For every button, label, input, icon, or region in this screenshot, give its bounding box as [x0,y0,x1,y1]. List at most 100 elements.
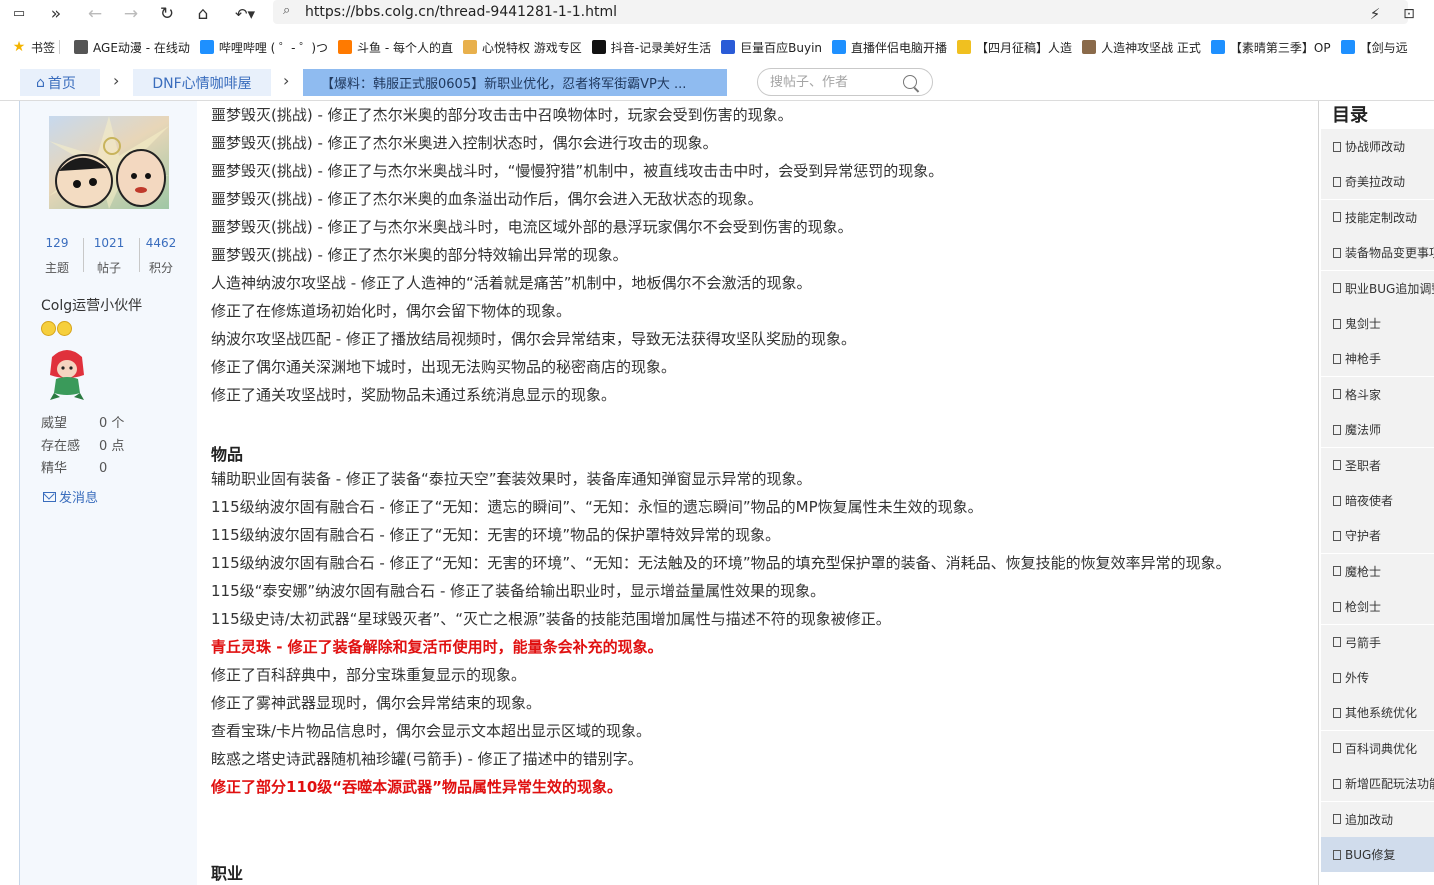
stat-posts[interactable]: 1021 帖子 [80,236,138,276]
toc-item[interactable]: 暗夜使者 [1321,483,1434,518]
stat-label: 积分 [148,261,173,275]
profile-field-prestige: 威望 0 个 [41,412,124,431]
document-icon [1333,460,1341,471]
bookmark-item[interactable]: 【四月征稿】人造 [957,35,1072,59]
bookmark-item[interactable]: 斗鱼 - 每个人的直 [338,35,453,59]
toc-item-label: 魔法师 [1345,423,1382,438]
bookmark-label: 心悦特权 游戏专区 [481,40,582,55]
star-icon: ★ [12,39,26,55]
search-icon[interactable] [903,75,917,89]
toc-title: 目录 [1332,105,1368,126]
toc-item[interactable]: 弓箭手 [1321,624,1434,660]
field-value: 0 [99,461,108,476]
document-icon [1333,637,1341,648]
send-message-link[interactable]: 发消息 [43,487,98,506]
ribbon-icon [957,40,972,54]
toc-item[interactable]: 奇美拉改动 [1321,164,1434,200]
toc-item[interactable]: 魔枪士 [1321,553,1434,589]
stat-value: 129 [45,236,69,250]
breadcrumb: ⌂ 首页 › DNF心情咖啡屋 › 【爆料：韩服正式服0605】新职业优化，忍者… [0,68,1434,98]
breadcrumb-thread[interactable]: 【爆料：韩服正式服0605】新职业优化，忍者将军街霸VP大 ... [303,69,727,96]
toc-item-label: 追加改动 [1345,812,1394,827]
post-content: 噩梦毁灭(挑战) - 修正了杰尔米奥的部分攻击击中召唤物体时，玩家会受到伤害的现… [197,101,1318,885]
forward-icon[interactable]: → [120,0,142,27]
bookmark-label: AGE动漫 - 在线动 [93,40,190,55]
breadcrumb-board[interactable]: DNF心情咖啡屋 [133,69,271,96]
bookmark-item[interactable]: AGE动漫 - 在线动 [74,35,190,59]
send-message-label: 发消息 [59,491,99,506]
user-group[interactable]: Colg运营小伙伴 [41,295,142,315]
post-line: 查看宝珠/卡片物品信息时，偶尔会显示文本超出显示区域的现象。 [211,722,652,740]
avatar[interactable] [49,116,169,209]
bookmark-item[interactable]: 【剑与远 [1340,35,1408,59]
toc-item[interactable]: 新增匹配玩法功能 [1321,766,1434,802]
toc-item[interactable]: BUG修复 [1321,837,1434,872]
toc-item-label: 技能定制改动 [1345,210,1418,225]
post-line: 修正了在修炼道场初始化时，偶尔会留下物体的现象。 [211,302,572,320]
toc-item-label: 圣职者 [1345,458,1382,473]
home-icon[interactable]: ⌂ [192,0,214,27]
breadcrumb-home[interactable]: ⌂ 首页 [20,69,100,96]
reload-icon[interactable]: ↻ [156,0,178,27]
toc-item[interactable]: 协战师改动 [1321,129,1434,164]
toc-item[interactable]: 百科词典优化 [1321,730,1434,766]
lightning-icon[interactable]: ⚡ [1366,0,1384,27]
extension-icon[interactable]: ⊡ [1398,0,1420,27]
toc-item[interactable]: 枪剑士 [1321,589,1434,625]
home-icon: ⌂ [36,74,45,91]
game-icon [1082,40,1097,54]
sidebar-toggle-icon[interactable]: ▭ [6,0,32,27]
toc-item[interactable]: 鬼剑士 [1321,306,1434,341]
document-icon [1333,176,1341,187]
toc-item[interactable]: 魔法师 [1321,412,1434,448]
toc-item[interactable]: 技能定制改动 [1321,199,1434,235]
bookmark-item[interactable]: 抖音-记录美好生活 [591,35,711,59]
post-line: 修正了通关攻坚战时，奖励物品未通过系统消息显示的现象。 [211,386,617,404]
toc-item[interactable]: 圣职者 [1321,447,1434,483]
toc-item-label: 守护者 [1345,529,1382,544]
post-line: 115级纳波尔固有融合石 - 修正了“无知：无害的环境”物品的保护罩特效异常的现… [211,526,781,544]
smiley-icon [41,321,56,336]
bookmark-item[interactable]: 心悦特权 游戏专区 [462,35,582,59]
bookmark-item[interactable]: 直播伴侣电脑开播 [832,35,947,59]
search-input[interactable] [770,73,900,91]
expand-icon[interactable]: » [45,0,67,27]
stat-threads[interactable]: 129 主题 [28,236,86,276]
document-icon [1333,424,1341,435]
post-line: 115级“泰安娜”纳波尔固有融合石 - 修正了装备给输出职业时，显示增益量属性效… [211,582,826,600]
toc-item[interactable]: 神枪手 [1321,341,1434,377]
bookmark-item[interactable]: 巨量百应Buyin [721,35,822,59]
bilibili-icon [832,40,847,54]
bookmark-item[interactable]: 人造神攻坚战 正式 [1082,35,1201,59]
field-key: 威望 [41,416,68,431]
post-line: 人造神纳波尔攻坚战 - 修正了人造神的“活着就是痛苦”机制中，地板偶尔不会激活的… [211,274,812,292]
bookmark-item[interactable]: ★ 书签 [12,35,55,59]
field-key: 精华 [41,461,68,476]
undo-icon[interactable]: ↶▾ [228,0,262,27]
url-field[interactable]: ⌕ https://bbs.colg.cn/thread-9441281-1-1… [273,0,1408,24]
toc-item-label: 协战师改动 [1345,140,1406,154]
profile-stats: 129 主题 1021 帖子 4462 积分 [20,236,198,276]
toc-item-label: 外传 [1345,671,1370,685]
toc-item-label: 奇美拉改动 [1345,175,1406,190]
bookmark-item[interactable]: 哔哩哔哩 ( ゜- ゜)つ [199,35,328,59]
toc-item[interactable]: 守护者 [1321,518,1434,554]
post-line: 修正了百科辞典中，部分宝珠重复显示的现象。 [211,666,527,684]
toc-item[interactable]: 职业BUG追加调整 [1321,270,1434,306]
back-icon[interactable]: ← [84,0,106,27]
post-line: 辅助职业固有装备 - 修正了装备“泰拉天空”套装效果时，装备库通知弹窗显示异常的… [211,470,812,488]
toc-item[interactable]: 格斗家 [1321,376,1434,412]
post-line: 噩梦毁灭(挑战) - 修正了与杰尔米奥战斗时，“慢慢狩猎”机制中，被直线攻击击中… [211,162,944,180]
section-heading-items: 物品 [211,445,244,464]
address-bar: ▭ » ← → ↻ ⌂ ↶▾ ⌕ https://bbs.colg.cn/thr… [0,0,1434,27]
toc-item[interactable]: 外传 [1321,660,1434,695]
post-line: 噩梦毁灭(挑战) - 修正了与杰尔米奥战斗时，电流区域外部的悬浮玩家偶尔不会受到… [211,218,853,236]
stat-credits[interactable]: 4462 积分 [132,236,190,276]
toc-item[interactable]: 装备物品变更事项 [1321,235,1434,271]
toc-item[interactable]: 其他系统优化 [1321,695,1434,731]
post-line: 115级纳波尔固有融合石 - 修正了“无知：无害的环境”、“无知：无法触及的环境… [211,554,1231,572]
bookmark-item[interactable]: 【素晴第三季】OP [1210,35,1331,59]
toc-item[interactable]: 追加改动 [1321,801,1434,837]
toc-item-label: 百科词典优化 [1345,741,1418,756]
document-icon [1333,672,1341,683]
